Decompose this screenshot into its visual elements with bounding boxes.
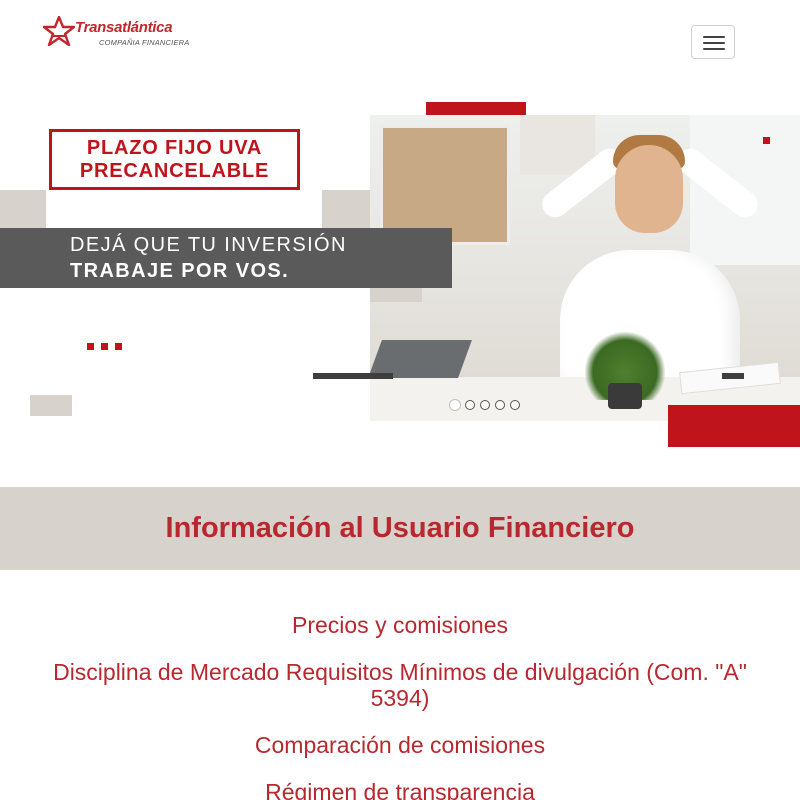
info-links: Precios y comisiones Disciplina de Merca… [40, 612, 760, 800]
photo-pot [608, 383, 642, 409]
logo-name: Transatlántica [75, 19, 173, 36]
photo-corkboard [380, 125, 510, 245]
banner-headline: PLAZO FIJO UVA PRECANCELABLE [49, 129, 300, 190]
banner-slogan: DEJÁ QUE TU INVERSIÓN TRABAJE POR VOS. [0, 228, 452, 288]
decor-gray-block [0, 190, 46, 228]
hamburger-menu-icon[interactable] [691, 25, 735, 59]
link-comparacion-comisiones[interactable]: Comparación de comisiones [40, 732, 760, 758]
slogan-line: DEJÁ QUE TU INVERSIÓN [70, 234, 347, 256]
decor-red-block [426, 102, 526, 116]
decor-red-block [668, 405, 800, 447]
decor-dark-bar [722, 373, 744, 379]
headline-line: PLAZO FIJO UVA [86, 136, 263, 159]
headline-line: PRECANCELABLE [79, 159, 270, 182]
logo-star-icon [42, 16, 76, 46]
carousel-indicators [450, 400, 520, 410]
section-title: Información al Usuario Financiero [165, 512, 635, 544]
brand-logo[interactable]: Transatlántica COMPAÑIA FINANCIERA [42, 16, 192, 52]
decor-dark-bar [313, 373, 393, 379]
logo-subtitle: COMPAÑIA FINANCIERA [99, 38, 190, 47]
carousel-dot[interactable] [510, 400, 520, 410]
carousel-dot[interactable] [450, 400, 460, 410]
decor-red-dot [763, 137, 770, 144]
hero-carousel[interactable]: PLAZO FIJO UVA PRECANCELABLE DEJÁ QUE TU… [0, 100, 800, 450]
link-disciplina-mercado[interactable]: Disciplina de Mercado Requisitos Mínimos… [40, 659, 760, 711]
decor-gray-block [30, 395, 72, 416]
photo-head [615, 145, 683, 233]
carousel-dot[interactable] [480, 400, 490, 410]
ellipsis-decor [87, 343, 122, 350]
link-precios-comisiones[interactable]: Precios y comisiones [40, 612, 760, 638]
carousel-dot[interactable] [495, 400, 505, 410]
link-regimen-transparencia[interactable]: Régimen de transparencia [40, 779, 760, 800]
site-header: Transatlántica COMPAÑIA FINANCIERA [0, 0, 800, 90]
slogan-line: TRABAJE POR VOS. [70, 260, 290, 282]
info-section-header: Información al Usuario Financiero [0, 487, 800, 570]
carousel-dot[interactable] [465, 400, 475, 410]
